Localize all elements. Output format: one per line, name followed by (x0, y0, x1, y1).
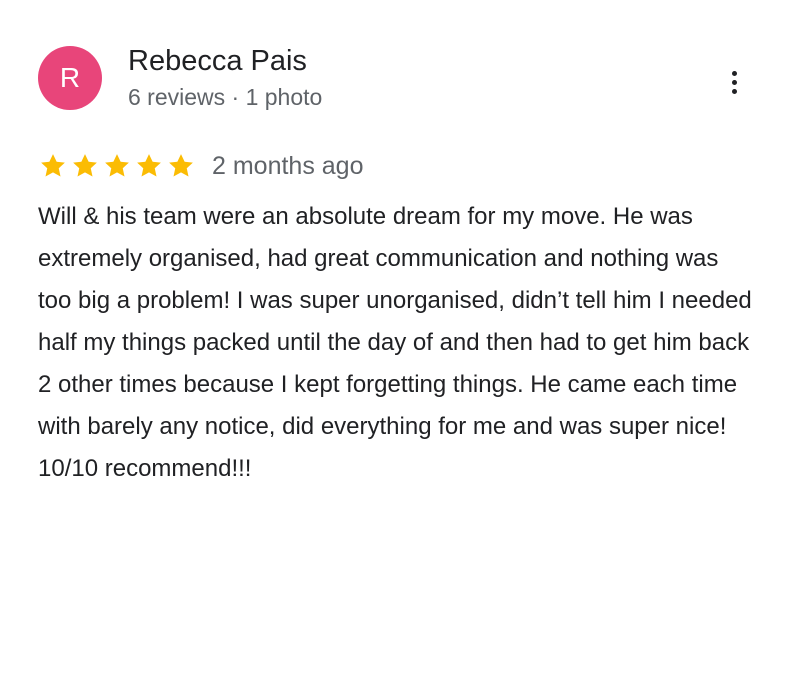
star-icon (134, 151, 164, 181)
review-card: R Rebecca Pais 6 reviews · 1 photo 2 mon… (0, 0, 800, 700)
more-vert-icon (731, 70, 737, 76)
reviewer-meta: 6 reviews · 1 photo (128, 84, 323, 110)
avatar[interactable]: R (38, 46, 102, 110)
more-vert-icon-dot (731, 79, 737, 85)
review-text: Will & his team were an absolute dream f… (38, 203, 752, 482)
star-icon (38, 151, 68, 181)
reviewer-name[interactable]: Rebecca Pais (128, 44, 307, 79)
avatar-initial: R (59, 62, 81, 93)
star-icon (166, 151, 196, 181)
star-icon (102, 151, 132, 181)
star-rating (38, 151, 196, 181)
review-date: 2 months ago (212, 151, 364, 180)
more-vert-icon-dot (731, 88, 737, 94)
star-icon (70, 151, 100, 181)
more-options-button[interactable] (720, 64, 748, 100)
rating-row: 2 months ago (38, 148, 364, 184)
